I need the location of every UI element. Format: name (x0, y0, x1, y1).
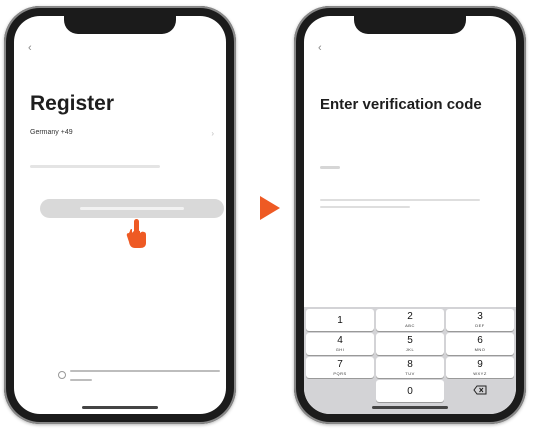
key-letters: WXYZ (473, 370, 487, 376)
key-digit: 2 (407, 311, 413, 322)
key-9[interactable]: 9 WXYZ (446, 356, 514, 379)
play-arrow-icon (260, 196, 280, 220)
key-digit: 5 (407, 334, 413, 346)
hand-pointer-icon (126, 219, 146, 248)
key-digit: 6 (477, 334, 483, 346)
chevron-right-icon: › (211, 129, 214, 138)
verification-screen: ‹ Enter verification code 1 2 ABC 3 DEF 4G… (304, 16, 516, 414)
key-digit: 9 (477, 358, 483, 370)
region-selector[interactable]: Germany +49 › (30, 129, 216, 143)
phone-notch (354, 16, 466, 34)
numeric-keypad: 1 2 ABC 3 DEF 4 GHI 5 JKL 6 MNO 7 PQRS 8 TUV 9W… (304, 307, 516, 414)
region-label: Germany +49 (30, 129, 73, 136)
agreement-text-line (70, 370, 220, 372)
chevron-left-icon[interactable]: ‹ (318, 42, 322, 54)
privacy-agreement (58, 365, 226, 389)
get-verification-code-button[interactable] (40, 199, 224, 218)
key-letters: MNO (474, 346, 486, 352)
key-letters: ABC (405, 323, 415, 328)
button-label-blur (80, 207, 184, 210)
home-indicator (82, 406, 158, 409)
backspace-icon (473, 385, 487, 395)
key-digit: 0 (407, 386, 413, 398)
agreement-radio[interactable] (58, 371, 66, 379)
phone-verification: ‹ Enter verification code 1 2 ABC 3 DEF 4G… (294, 6, 526, 424)
page-title: Enter verification code (320, 96, 482, 113)
key-4[interactable]: 4 GHI (306, 332, 374, 355)
chevron-left-icon[interactable]: ‹ (28, 42, 32, 54)
register-screen: ‹ Register Germany +49 › (14, 16, 226, 414)
key-6[interactable]: 6 MNO (446, 332, 514, 355)
home-indicator (372, 406, 448, 409)
key-blank (306, 380, 374, 402)
key-digit: 4 (337, 334, 343, 346)
key-2[interactable]: 2 ABC (376, 309, 444, 331)
key-delete[interactable] (446, 380, 514, 402)
key-0[interactable]: 0 (376, 380, 444, 402)
key-letters: PQRS (333, 370, 347, 376)
agreement-text-line (70, 379, 92, 381)
key-letters: GHI (335, 346, 345, 352)
key-digit: 7 (337, 358, 343, 370)
phone-register: ‹ Register Germany +49 › (4, 6, 236, 424)
key-digit: 8 (407, 358, 413, 370)
key-digit: 3 (477, 311, 483, 322)
code-input[interactable] (320, 166, 340, 169)
key-letters: JKL (405, 346, 415, 352)
key-3[interactable]: 3 DEF (446, 309, 514, 331)
phone-notch (64, 16, 176, 34)
page-title: Register (30, 92, 115, 115)
key-5[interactable]: 5 JKL (376, 332, 444, 355)
key-7[interactable]: 7 PQRS (306, 356, 374, 379)
key-digit: 1 (337, 315, 343, 326)
key-letters: DEF (475, 323, 485, 328)
key-8[interactable]: 8 TUV (376, 356, 444, 379)
hint-text-line (320, 206, 410, 208)
hint-text-line (320, 199, 480, 201)
account-input[interactable] (30, 165, 160, 168)
key-1[interactable]: 1 (306, 309, 374, 331)
key-letters: TUV (405, 370, 415, 376)
